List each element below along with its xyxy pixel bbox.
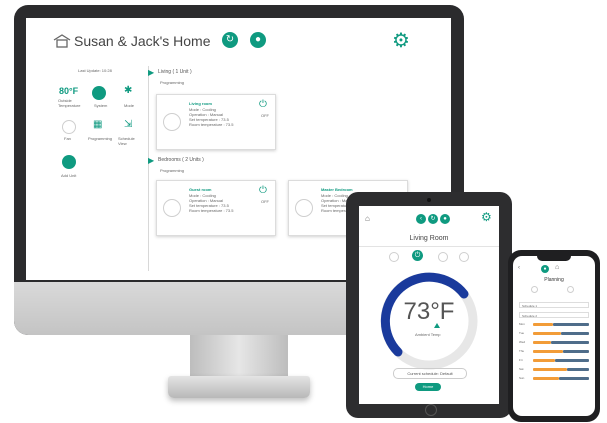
group-title-living: Living ( 1 Unit ) bbox=[158, 69, 192, 75]
day-label: Thu bbox=[519, 349, 525, 353]
room-title: Living Room bbox=[409, 235, 449, 242]
last-update: Last Update: 10:28 bbox=[78, 68, 112, 73]
quick-label-schedule: Schedule View bbox=[118, 136, 135, 146]
ambient-label: Ambient Temp bbox=[415, 332, 441, 337]
home-logo-icon: ⌂ bbox=[555, 264, 560, 271]
schedule-bar[interactable] bbox=[561, 332, 589, 335]
day-label: Mon bbox=[519, 322, 525, 326]
expand-living-icon[interactable]: ▶ bbox=[148, 68, 154, 77]
back-icon[interactable]: ‹ bbox=[416, 214, 426, 224]
unit-icon bbox=[163, 113, 181, 131]
schedule-bar[interactable] bbox=[555, 359, 589, 362]
schedule-bar[interactable] bbox=[533, 359, 555, 362]
gear-icon[interactable]: ⚙ bbox=[481, 210, 492, 224]
schedule-bar[interactable] bbox=[533, 323, 553, 326]
user-icon[interactable]: ● bbox=[541, 265, 549, 273]
outside-temp-label: Outside Temperature bbox=[58, 98, 81, 108]
monitor-stand-neck bbox=[190, 335, 288, 377]
day-label: Fri bbox=[519, 358, 523, 362]
day-label: Wed bbox=[519, 340, 526, 344]
tablet-screen: ⌂ ‹ ↻ ● ⚙ Living Room ⏻ 73°F Ambient Tem… bbox=[359, 206, 499, 404]
system-power-icon[interactable] bbox=[92, 86, 106, 100]
unit-line: Room temperature : 73.5 bbox=[189, 208, 234, 213]
day-label: Sat bbox=[519, 367, 524, 371]
quick-label-fan: Fan bbox=[64, 136, 71, 141]
unit-power-label: OFF bbox=[261, 113, 269, 118]
fan-icon[interactable] bbox=[62, 120, 76, 134]
unit-card-living-room[interactable]: Living room Mode : Cooling Operation : M… bbox=[156, 94, 276, 150]
home-button[interactable]: Home bbox=[415, 383, 441, 391]
monitor-stand-base bbox=[168, 376, 310, 398]
home-logo-icon: ⌂ bbox=[365, 214, 370, 223]
fan-icon[interactable] bbox=[438, 252, 448, 262]
column-divider bbox=[148, 66, 149, 271]
schedule-bar[interactable] bbox=[559, 377, 589, 380]
tablet-home-button[interactable] bbox=[425, 404, 437, 416]
unit-power-icon[interactable]: ⏻ bbox=[259, 99, 267, 110]
schedule-bar[interactable] bbox=[533, 377, 559, 380]
unit-power-icon[interactable]: ⏻ bbox=[259, 185, 267, 196]
user-icon[interactable]: ● bbox=[250, 32, 266, 48]
unit-name: Master Bedroom bbox=[321, 187, 353, 192]
schedule-bar[interactable] bbox=[553, 323, 589, 326]
unit-line: Room temperature : 73.5 bbox=[189, 122, 234, 127]
schedule-bar[interactable] bbox=[533, 341, 551, 344]
cool-mode-icon[interactable] bbox=[389, 252, 399, 262]
back-icon[interactable]: ‹ bbox=[518, 265, 520, 271]
refresh-icon[interactable]: ↻ bbox=[428, 214, 438, 224]
expand-bedrooms-icon[interactable]: ▶ bbox=[148, 156, 154, 165]
add-unit-button[interactable] bbox=[62, 155, 76, 169]
outside-temp: 80°F bbox=[59, 86, 79, 96]
tablet-camera bbox=[427, 198, 431, 202]
temp-up-icon[interactable] bbox=[434, 323, 440, 328]
schedule-bar[interactable] bbox=[533, 350, 563, 353]
unit-name: Living room bbox=[189, 101, 212, 106]
home-logo-icon bbox=[52, 34, 72, 48]
quick-label-system: System bbox=[94, 103, 108, 108]
schedule-select-1[interactable]: Schedule 1 bbox=[519, 302, 589, 308]
schedule-bar[interactable] bbox=[533, 332, 561, 335]
phone-notch bbox=[537, 256, 571, 261]
add-unit-label: Add Unit bbox=[61, 173, 77, 178]
option-icon[interactable] bbox=[531, 286, 538, 293]
current-temp: 73°F bbox=[403, 298, 455, 325]
schedule-icon[interactable] bbox=[459, 252, 469, 262]
schedule-selector[interactable]: Current schedule: Default bbox=[393, 368, 467, 379]
quick-label-programming: Programming bbox=[88, 136, 113, 141]
planning-title: Planning bbox=[544, 277, 564, 283]
weekly-schedule: Mon Tue Wed Thu Fri Sat Sun bbox=[519, 322, 589, 392]
calendar-icon[interactable]: ▦ bbox=[93, 119, 102, 130]
unit-icon bbox=[295, 199, 313, 217]
schedule-bar[interactable] bbox=[551, 341, 589, 344]
schedule-bar[interactable] bbox=[567, 368, 589, 371]
day-label: Sun bbox=[519, 376, 525, 380]
schedule-bar[interactable] bbox=[533, 368, 567, 371]
power-icon[interactable]: ⏻ bbox=[412, 250, 423, 261]
schedule-select-2[interactable]: Schedule 2 bbox=[519, 312, 589, 318]
user-icon[interactable]: ● bbox=[440, 214, 450, 224]
schedule-bar[interactable] bbox=[563, 350, 589, 353]
divider bbox=[359, 246, 499, 247]
group-programming-living[interactable]: Programming bbox=[160, 80, 184, 85]
schedule-icon[interactable]: ⇲ bbox=[124, 119, 132, 130]
unit-power-label: OFF bbox=[261, 199, 269, 204]
refresh-icon[interactable]: ↻ bbox=[222, 32, 238, 48]
group-programming-bedrooms[interactable]: Programming bbox=[160, 168, 184, 173]
mode-icon[interactable]: ✱ bbox=[124, 85, 132, 96]
gear-icon[interactable]: ⚙ bbox=[392, 28, 410, 53]
day-label: Tue bbox=[519, 331, 525, 335]
unit-name: Guest room bbox=[189, 187, 212, 192]
option-icon[interactable] bbox=[567, 286, 574, 293]
group-title-bedrooms: Bedrooms ( 2 Units ) bbox=[158, 157, 204, 163]
phone-screen: ‹ ● ⌂ Planning Schedule 1 Schedule 2 Mon… bbox=[513, 256, 595, 416]
unit-icon bbox=[163, 199, 181, 217]
home-title: Susan & Jack's Home bbox=[74, 33, 211, 49]
quick-label-mode: Mode bbox=[124, 103, 135, 108]
unit-card-guest-room[interactable]: Guest room Mode : Cooling Operation : Ma… bbox=[156, 180, 276, 236]
